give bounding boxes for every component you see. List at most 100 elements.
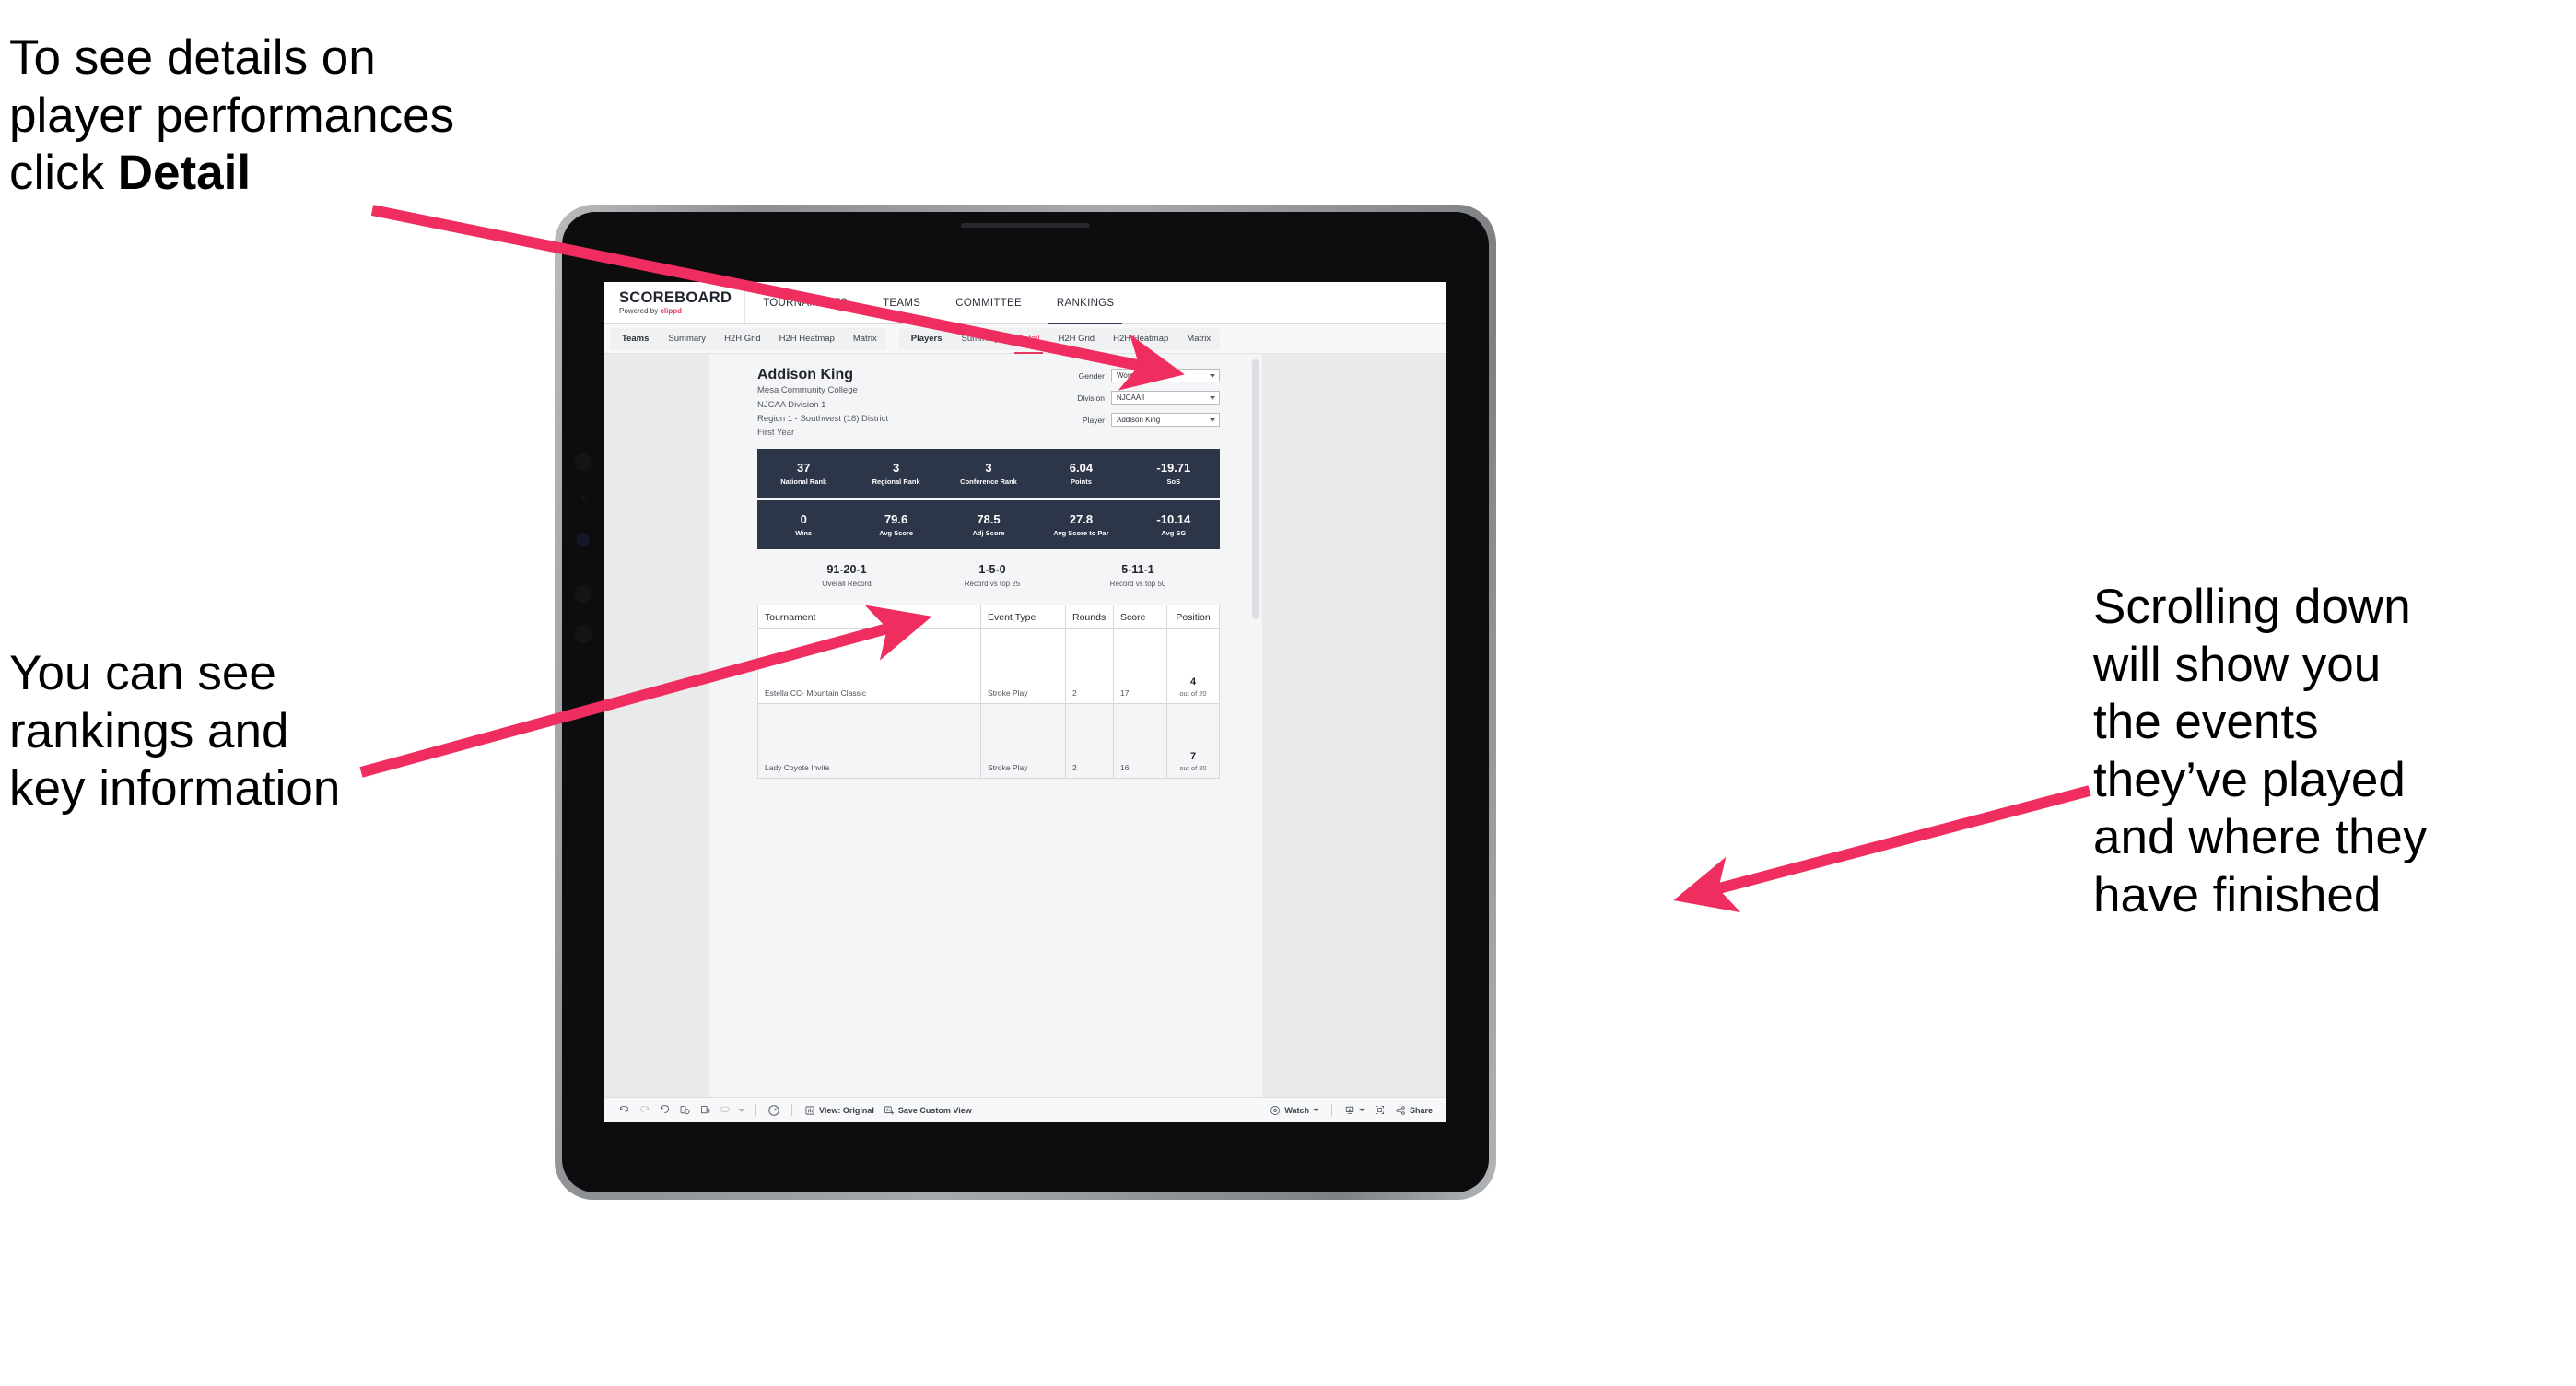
position-wrapper: 7 out of 20 [1174,751,1212,772]
stat-sos: -19.71 SoS [1128,461,1220,487]
stat-conference-rank: 3 Conference Rank [943,461,1035,487]
position-value: 4 [1189,676,1197,688]
filter-division-label: Division [1077,393,1105,403]
watch-button[interactable]: Watch [1265,1105,1324,1116]
stat-label: Points [1070,477,1092,487]
stat-label: Conference Rank [960,477,1017,487]
position-value: 7 [1189,751,1197,763]
revert-icon[interactable] [654,1104,674,1116]
table-header-row: Tournament Event Type Rounds Score Posit… [758,605,1219,630]
pause-icon[interactable] [764,1104,784,1117]
record-value: 91-20-1 [826,563,867,577]
chevron-down-icon [1359,1108,1365,1112]
filter-division-select[interactable]: NJCAA I [1111,391,1220,405]
tablet-screen: SCOREBOARD Powered by clippd TOURNAMENTS… [604,282,1446,1122]
stat-label: Avg SG [1161,529,1187,538]
download-button[interactable] [1340,1105,1370,1116]
cell-score: 16 [1114,704,1167,779]
stat-value: 79.6 [884,511,908,526]
tablet-sensor-dot-2 [581,496,586,500]
stats-row-scoring: 0 Wins 79.6 Avg Score 78.5 Adj Score 27.… [757,500,1220,550]
nav-rankings[interactable]: RANKINGS [1039,282,1131,324]
highlight-icon[interactable] [715,1104,735,1116]
nav-tournaments[interactable]: TOURNAMENTS [745,282,865,324]
column-header-tournament[interactable]: Tournament [758,605,981,629]
filter-player-select[interactable]: Addison King [1111,413,1220,427]
record-label: Record vs top 50 [1109,580,1166,589]
subnav-group-players: Players Summary Detail H2H Grid H2H Heat… [898,327,1221,354]
view-original-button[interactable]: View: Original [800,1105,879,1116]
toolbar-divider [755,1104,756,1116]
subnav-players-matrix[interactable]: Matrix [1177,328,1220,350]
column-header-position[interactable]: Position [1167,605,1219,628]
annotation-rankings: You can see rankings and key information [9,646,341,816]
subnav-players-h2h-heatmap[interactable]: H2H Heatmap [1104,328,1177,350]
stat-value: 37 [796,460,811,475]
subnav-players-h2h-grid[interactable]: H2H Grid [1049,328,1105,350]
brand-powered-accent: clippd [660,307,683,316]
vertical-scrollbar[interactable] [1252,359,1259,619]
toolbar-divider [1330,1104,1332,1116]
column-header-score[interactable]: Score [1114,605,1167,629]
stat-value: -10.14 [1156,511,1191,526]
annotation-detail-bold: Detail [117,146,252,201]
app-logo[interactable]: SCOREBOARD Powered by clippd [604,282,746,323]
position-field-size: out of 20 [1179,689,1207,699]
stat-value: 27.8 [1069,511,1094,526]
subnav-players-summary[interactable]: Summary [953,328,1009,350]
annotation-scrolling: Scrolling down will show you the events … [2093,580,2428,922]
stat-avg-score-to-par: 27.8 Avg Score to Par [1035,511,1127,538]
filter-panel: Gender Women Division NJCAA I Player Add… [1054,369,1220,435]
record-label: Record vs top 25 [964,580,1021,589]
nav-teams[interactable]: TEAMS [865,282,938,324]
filter-player-value: Addison King [1117,416,1161,424]
sheet-content: Addison King Mesa Community College NJCA… [757,367,1220,780]
cell-rounds: 2 [1066,704,1114,779]
save-custom-view-button[interactable]: Save Custom View [879,1105,977,1116]
subnav-teams-head[interactable]: Teams [610,334,659,344]
filter-gender-select[interactable]: Women [1111,369,1220,382]
subnav-teams-h2h-grid[interactable]: H2H Grid [715,328,770,350]
tablet-sensor-dot-1 [574,453,591,471]
record-overall: 91-20-1 Overall Record [774,563,919,589]
column-header-rounds[interactable]: Rounds [1066,605,1114,629]
stat-avg-sg: -10.14 Avg SG [1128,511,1220,538]
arrow-to-events-table [1673,785,2091,913]
tournament-results-table: Tournament Event Type Rounds Score Posit… [757,605,1220,780]
subnav-teams-matrix[interactable]: Matrix [844,328,886,350]
refresh-data-icon[interactable] [674,1104,695,1116]
fullscreen-icon[interactable] [1370,1104,1390,1116]
column-header-event-type[interactable]: Event Type [981,605,1066,629]
subnav-players-head[interactable]: Players [899,334,953,344]
subnav-group-teams: Teams Summary H2H Grid H2H Heatmap Matri… [610,327,886,350]
stat-label: Adj Score [972,529,1005,538]
stat-regional-rank: 3 Regional Rank [849,460,942,486]
brand-title: SCOREBOARD [619,288,732,306]
stat-value: 3 [892,460,900,475]
subnav-teams-h2h-heatmap[interactable]: H2H Heatmap [770,328,844,350]
share-button[interactable]: Share [1390,1105,1437,1116]
stat-label: SoS [1166,477,1181,487]
subnav-players-detail[interactable]: Detail [1008,328,1048,354]
cell-position: 7 out of 20 [1167,704,1219,778]
redo-icon[interactable] [634,1104,654,1116]
toolbar-divider [791,1104,792,1116]
stat-label: Avg Score to Par [1053,529,1109,538]
stat-avg-score: 79.6 Avg Score [849,511,942,537]
table-row[interactable]: Estella CC- Mountain Classic Stroke Play… [758,629,1219,705]
front-camera-icon [578,534,588,545]
position-field-size: out of 20 [1179,764,1207,773]
stat-label: Wins [795,529,813,538]
subnav-teams-summary[interactable]: Summary [659,328,715,350]
record-value: 1-5-0 [978,563,1006,577]
pause-auto-update-icon[interactable] [695,1104,715,1116]
undo-icon[interactable] [614,1104,634,1116]
cell-score: 17 [1114,629,1167,704]
scoreboard-app: SCOREBOARD Powered by clippd TOURNAMENTS… [604,282,1446,1122]
stat-wins: 0 Wins [757,512,849,538]
highlight-dropdown-icon[interactable] [735,1108,748,1113]
nav-committee[interactable]: COMMITTEE [938,282,1039,324]
brand-subtitle: Powered by clippd [619,308,732,315]
cell-tournament: Lady Coyote Invite [758,704,981,779]
table-row[interactable]: Lady Coyote Invite Stroke Play 2 16 7 ou… [758,704,1219,780]
